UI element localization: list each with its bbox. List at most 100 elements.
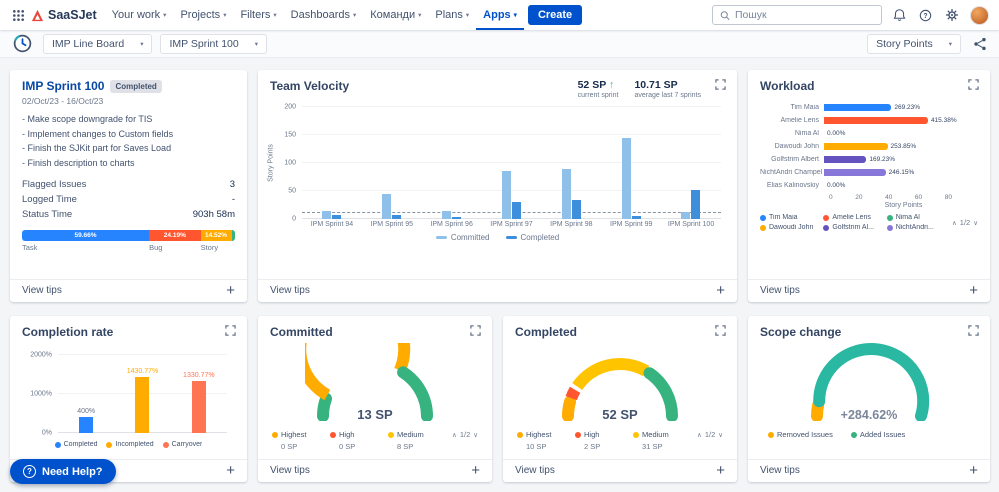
nav-item-1[interactable]: Projects ▾ bbox=[173, 0, 233, 30]
add-icon[interactable]: + bbox=[716, 283, 725, 298]
completion-bar[interactable]: 400% bbox=[77, 408, 95, 433]
legend-item[interactable]: Incompleted bbox=[106, 441, 154, 448]
distribution-segment[interactable] bbox=[231, 230, 235, 241]
sprint-stat-row: Logged Time - bbox=[22, 194, 235, 205]
legend-pager[interactable]: ∧ 1/2 ∨ bbox=[452, 430, 478, 439]
sprint-summary-card: IMP Sprint 100 Completed 02/Oct/23 - 16/… bbox=[10, 70, 247, 302]
legend-item[interactable]: Golfstrim Al... bbox=[823, 224, 882, 231]
legend-item[interactable]: Completed bbox=[54, 441, 97, 448]
nav-item-3[interactable]: Dashboards ▾ bbox=[284, 0, 364, 30]
add-icon[interactable]: + bbox=[471, 463, 480, 478]
workload-row[interactable]: Dawoudi John 253.85% bbox=[760, 140, 978, 153]
add-icon[interactable]: + bbox=[969, 283, 978, 298]
settings-gear-icon[interactable] bbox=[943, 6, 961, 24]
nav-item-0[interactable]: Your work ▾ bbox=[105, 0, 174, 30]
workload-row[interactable]: NichtAndri Champel 246.15% bbox=[760, 166, 978, 179]
velocity-bar-group[interactable] bbox=[681, 107, 701, 219]
expand-icon[interactable] bbox=[715, 325, 726, 336]
legend-item[interactable]: Committed bbox=[435, 233, 490, 242]
workload-row[interactable]: Elias Kalinovskiy 0.00% bbox=[760, 179, 978, 192]
need-help-button[interactable]: ? Need Help? bbox=[10, 459, 116, 484]
view-tips-link[interactable]: View tips bbox=[515, 465, 555, 476]
committed-gauge: 13 SP bbox=[270, 291, 480, 423]
add-icon[interactable]: + bbox=[716, 463, 725, 478]
completion-bar[interactable]: 1430.77% bbox=[127, 368, 158, 433]
saasjet-logo[interactable]: SaaSJet bbox=[31, 8, 97, 22]
view-tips-link[interactable]: View tips bbox=[270, 285, 310, 296]
nav-item-5[interactable]: Plans ▾ bbox=[428, 0, 476, 30]
add-icon[interactable]: + bbox=[226, 283, 235, 298]
velocity-bar-group[interactable] bbox=[382, 107, 402, 219]
search-box[interactable] bbox=[712, 5, 882, 25]
distribution-segment[interactable]: 59.66% bbox=[22, 230, 150, 241]
velocity-bar-group[interactable] bbox=[501, 107, 521, 219]
legend-pager[interactable]: ∧ 1/2 ∨ bbox=[697, 430, 723, 439]
completion-bar[interactable]: 1330.77% bbox=[183, 372, 215, 433]
pager-down-icon: ∨ bbox=[473, 431, 479, 439]
issue-distribution-bar: 59.66% 24.19% 14.52% bbox=[22, 230, 235, 241]
legend-item[interactable]: Carryover bbox=[162, 441, 202, 448]
distribution-segment[interactable]: 14.52% bbox=[200, 230, 232, 241]
expand-icon[interactable] bbox=[968, 325, 979, 336]
search-icon bbox=[720, 10, 730, 20]
sprint-select[interactable]: IMP Sprint 100 ▾ bbox=[160, 33, 267, 54]
legend-item[interactable]: High 0 SP bbox=[330, 430, 388, 451]
expand-icon[interactable] bbox=[715, 79, 726, 90]
scope-change-value: +284.62% bbox=[840, 408, 898, 422]
pager-down-icon[interactable]: ∨ bbox=[973, 219, 978, 227]
legend-item[interactable]: Medium 31 SP bbox=[633, 430, 691, 451]
workload-row[interactable]: Tim Maia 269.23% bbox=[760, 101, 978, 114]
velocity-bar-group[interactable] bbox=[322, 107, 342, 219]
workload-row[interactable]: Golfstrim Albert 169.23% bbox=[760, 153, 978, 166]
create-button[interactable]: Create bbox=[527, 5, 583, 25]
legend-item[interactable]: Amelie Lens bbox=[823, 214, 882, 221]
trend-up-icon: ↑ bbox=[608, 79, 615, 91]
board-select[interactable]: IMP Line Board ▾ bbox=[43, 33, 153, 54]
committed-value: 13 SP bbox=[357, 407, 393, 422]
notifications-bell-icon[interactable] bbox=[891, 6, 908, 24]
metric-select[interactable]: Story Points ▾ bbox=[867, 33, 961, 54]
legend-item[interactable]: Highest 0 SP bbox=[272, 430, 330, 451]
nav-item-6[interactable]: Apps ▾ bbox=[476, 0, 524, 30]
legend-item[interactable]: Highest 10 SP bbox=[517, 430, 575, 451]
legend-item[interactable]: High 2 SP bbox=[575, 430, 633, 451]
nav-item-4[interactable]: Команди ▾ bbox=[363, 0, 428, 30]
legend-pager[interactable]: ∧ 1/2 ∨ bbox=[952, 218, 978, 227]
legend-item[interactable]: Dawoudi John bbox=[760, 224, 819, 231]
app-switcher-icon[interactable] bbox=[10, 7, 27, 24]
velocity-bar-group[interactable] bbox=[561, 107, 581, 219]
sprint-title: IMP Sprint 100 bbox=[22, 79, 105, 93]
share-icon[interactable] bbox=[971, 35, 989, 53]
legend-item[interactable]: NichtAndri... bbox=[886, 224, 946, 231]
legend-item[interactable]: Completed bbox=[505, 233, 559, 242]
velocity-bar-group[interactable] bbox=[621, 107, 641, 219]
workload-row[interactable]: Nima Al 0.00% bbox=[760, 127, 978, 140]
view-tips-link[interactable]: View tips bbox=[22, 285, 62, 296]
sprint-stat-row: Status Time 903h 58m bbox=[22, 209, 235, 220]
pager-up-icon[interactable]: ∧ bbox=[952, 219, 957, 227]
legend-item[interactable]: Added Issues bbox=[850, 430, 905, 440]
legend-item[interactable]: Removed Issues bbox=[768, 430, 833, 440]
view-tips-link[interactable]: View tips bbox=[270, 465, 310, 476]
expand-icon[interactable] bbox=[470, 325, 481, 336]
user-avatar[interactable] bbox=[970, 5, 989, 25]
view-tips-link[interactable]: View tips bbox=[760, 465, 800, 476]
card-title: Workload bbox=[760, 79, 815, 93]
expand-icon[interactable] bbox=[225, 325, 236, 336]
need-help-label: Need Help? bbox=[42, 465, 103, 478]
add-icon[interactable]: + bbox=[226, 463, 235, 478]
help-icon[interactable]: ? bbox=[917, 7, 934, 24]
completed-legend: Highest 10 SP High 2 SP Medium 31 SP ∧ 1/2 ∨ bbox=[515, 430, 725, 451]
velocity-bar-group[interactable] bbox=[442, 107, 462, 219]
legend-item[interactable]: Tim Maia bbox=[760, 214, 819, 221]
workload-row[interactable]: Amelie Lens 415.38% bbox=[760, 114, 978, 127]
nav-item-2[interactable]: Filters ▾ bbox=[233, 0, 283, 30]
legend-item[interactable]: Medium 8 SP bbox=[388, 430, 446, 451]
search-input[interactable] bbox=[734, 9, 874, 21]
add-icon[interactable]: + bbox=[969, 463, 978, 478]
legend-item[interactable]: Nima Al bbox=[886, 214, 946, 221]
view-tips-link[interactable]: View tips bbox=[760, 285, 800, 296]
distribution-segment[interactable]: 24.19% bbox=[149, 230, 201, 241]
expand-icon[interactable] bbox=[968, 79, 979, 90]
issue-distribution-labels: Task Bug Story bbox=[22, 243, 219, 252]
